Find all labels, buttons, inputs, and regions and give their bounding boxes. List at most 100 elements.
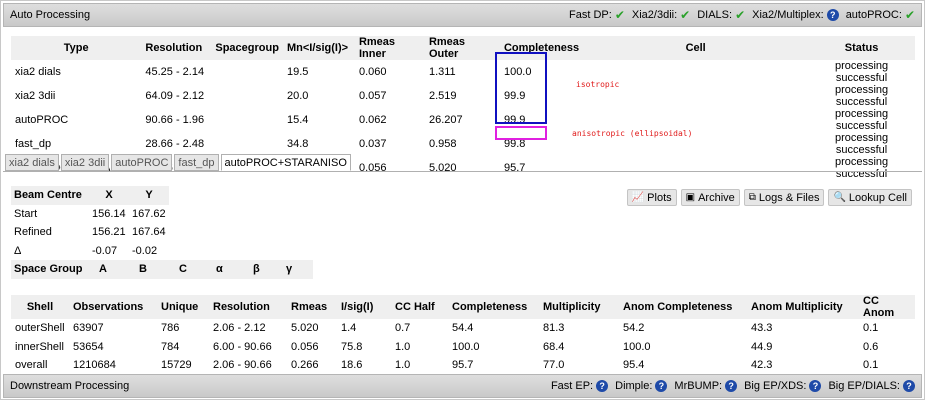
table-cell: 2.519 xyxy=(428,90,457,102)
plots-button[interactable]: 📈 Plots xyxy=(626,189,677,206)
table-cell: 2.06 - 2.12 xyxy=(213,322,266,335)
summary-header-row: Type Resolution Spacegroup Mn<I/sig(I)> … xyxy=(11,36,915,60)
table-cell: 100.0 xyxy=(452,340,480,353)
table-cell: 786 xyxy=(161,322,180,335)
table-cell: 20.0 xyxy=(286,90,309,102)
tab-xia2-dials[interactable]: xia2 dials xyxy=(5,154,59,171)
table-cell: processing successful xyxy=(834,108,889,132)
question-icon: ? xyxy=(809,380,822,392)
table-cell: 53654 xyxy=(73,340,104,353)
shell-table: Shell Observations Unique Resolution Rme… xyxy=(11,295,915,375)
auto-processing-header[interactable]: Auto Processing Fast DP: ✔ Xia2/3dii: ✔ DI… xyxy=(3,3,922,27)
isotropic-note: isotropic xyxy=(576,80,620,89)
table-cell: processing successful xyxy=(834,132,889,156)
table-row: outerShell 63907 786 2.06 - 2.12 5.020 1.4 0.7… xyxy=(11,319,915,338)
table-cell: 0.7 xyxy=(395,322,411,335)
beam-col-y: Y xyxy=(129,186,169,205)
col-type: Type xyxy=(11,36,142,60)
table-cell: 0.1 xyxy=(863,359,879,372)
col-spacegroup: Spacegroup xyxy=(211,36,283,60)
sg-col-a: A xyxy=(96,260,136,279)
tab-autoproc[interactable]: autoPROC xyxy=(111,154,173,171)
search-icon: 🔍 xyxy=(833,192,846,203)
beam-row: Δ -0.07 -0.02 xyxy=(14,244,158,257)
downstream-processing-header[interactable]: Downstream Processing Fast EP:? Dimple:?… xyxy=(3,374,922,398)
table-cell: 18.6 xyxy=(341,359,363,372)
table-row: autoPROC 90.66 - 1.96 15.4 0.062 26.207 99.9 p… xyxy=(11,108,915,132)
table-cell: 5.020 xyxy=(291,322,319,335)
table-cell: 64.09 - 2.12 xyxy=(145,90,205,102)
col-shell: Shell xyxy=(11,295,69,319)
table-cell: 43.3 xyxy=(751,322,773,335)
logs-files-button[interactable]: ⧉ Logs & Files xyxy=(743,189,825,206)
lookup-cell-button[interactable]: 🔍 Lookup Cell xyxy=(828,189,912,206)
table-cell: xia2 dials xyxy=(15,66,61,78)
status-xia2-multiplex: Xia2/Multiplex:? xyxy=(752,9,839,21)
table-cell: 34.8 xyxy=(286,138,309,150)
tab-autoproc-staraniso[interactable]: autoPROC+STARANISO xyxy=(220,154,351,171)
col-observations: Observations xyxy=(69,295,157,319)
table-cell: xia2 3dii xyxy=(15,90,56,102)
table-cell: 784 xyxy=(161,340,180,353)
table-row: innerShell 53654 784 6.00 - 90.66 0.056 75.8 1… xyxy=(11,338,915,357)
sg-col-label: Space Group xyxy=(11,260,96,279)
sg-col-gamma: γ xyxy=(283,260,313,279)
shell-header-row: Shell Observations Unique Resolution Rme… xyxy=(11,295,915,319)
check-icon: ✔ xyxy=(614,8,625,22)
table-cell: 95.7 xyxy=(452,359,474,372)
table-cell: overall xyxy=(15,359,48,372)
downstream-status-list: Fast EP:? Dimple:? MrBUMP:? Big EP/XDS:?… xyxy=(546,380,915,392)
processing-tabs: xia2 dials xia2 3dii autoPROC fast_dp au… xyxy=(5,154,353,171)
col-rmeas-inner: Rmeas Inner xyxy=(354,36,425,60)
status-dimple: Dimple:? xyxy=(615,380,668,392)
table-cell: 54.4 xyxy=(452,322,474,335)
isotropic-highlight-box xyxy=(495,52,547,124)
beam-col-label: Beam Centre xyxy=(11,186,89,205)
table-cell: processing successful xyxy=(834,60,889,84)
check-icon: ✔ xyxy=(680,8,691,22)
table-cell: fast_dp xyxy=(15,138,52,150)
tab-xia2-3dii[interactable]: xia2 3dii xyxy=(60,154,110,171)
table-cell: 45.25 - 2.14 xyxy=(145,66,205,78)
table-cell: 1.0 xyxy=(395,340,411,353)
table-cell: 6.00 - 90.66 xyxy=(213,340,272,353)
downstream-title: Downstream Processing xyxy=(10,380,130,392)
col-anom-multiplicity: Anom Multiplicity xyxy=(747,295,859,319)
beam-header-row: Beam Centre X Y xyxy=(11,186,169,205)
col-cc-anom: CC Anom xyxy=(859,295,915,319)
table-cell: 100.0 xyxy=(623,340,651,353)
table-cell: 54.2 xyxy=(623,322,645,335)
table-cell: 0.037 xyxy=(358,138,387,150)
table-cell: 2.06 - 90.66 xyxy=(213,359,272,372)
col-unique: Unique xyxy=(157,295,209,319)
auto-processing-panel: Auto Processing Fast DP: ✔ Xia2/3dii: ✔ DI… xyxy=(0,0,925,400)
table-cell: 1.311 xyxy=(428,66,456,78)
table-cell: 1.4 xyxy=(341,322,357,335)
table-cell xyxy=(211,108,283,132)
table-cell xyxy=(211,60,283,84)
anisotropic-note: anisotropic (ellipsoidal) xyxy=(572,129,693,138)
table-cell: 1.0 xyxy=(395,359,411,372)
tab-divider xyxy=(3,171,922,172)
pipeline-status-list: Fast DP: ✔ Xia2/3dii: ✔ DIALS: ✔ Xia2/Multi… xyxy=(564,9,915,21)
status-mrbump: MrBUMP:? xyxy=(674,380,738,392)
table-cell: 0.6 xyxy=(863,340,879,353)
table-cell: 90.66 - 1.96 xyxy=(145,114,205,126)
status-autoproc: autoPROC: ✔ xyxy=(845,8,915,22)
question-icon: ? xyxy=(725,380,738,392)
chart-icon: 📈 xyxy=(631,192,645,203)
status-big-ep-xds: Big EP/XDS:? xyxy=(744,380,822,392)
table-cell: 44.9 xyxy=(751,340,773,353)
table-cell: 1210684 xyxy=(73,359,116,372)
status-fast-ep: Fast EP:? xyxy=(551,380,609,392)
col-mn-i-sig: Mn<I/sig(I)> xyxy=(282,36,355,60)
tab-fast-dp[interactable]: fast_dp xyxy=(174,154,219,171)
table-cell xyxy=(583,156,808,180)
table-cell: outerShell xyxy=(15,322,65,335)
table-cell: 63907 xyxy=(73,322,104,335)
archive-button[interactable]: ▣ Archive xyxy=(680,189,740,206)
table-cell: processing successful xyxy=(834,156,889,180)
sg-col-beta: β xyxy=(250,260,283,279)
table-cell: 0.056 xyxy=(291,340,319,353)
sg-col-b: B xyxy=(136,260,176,279)
